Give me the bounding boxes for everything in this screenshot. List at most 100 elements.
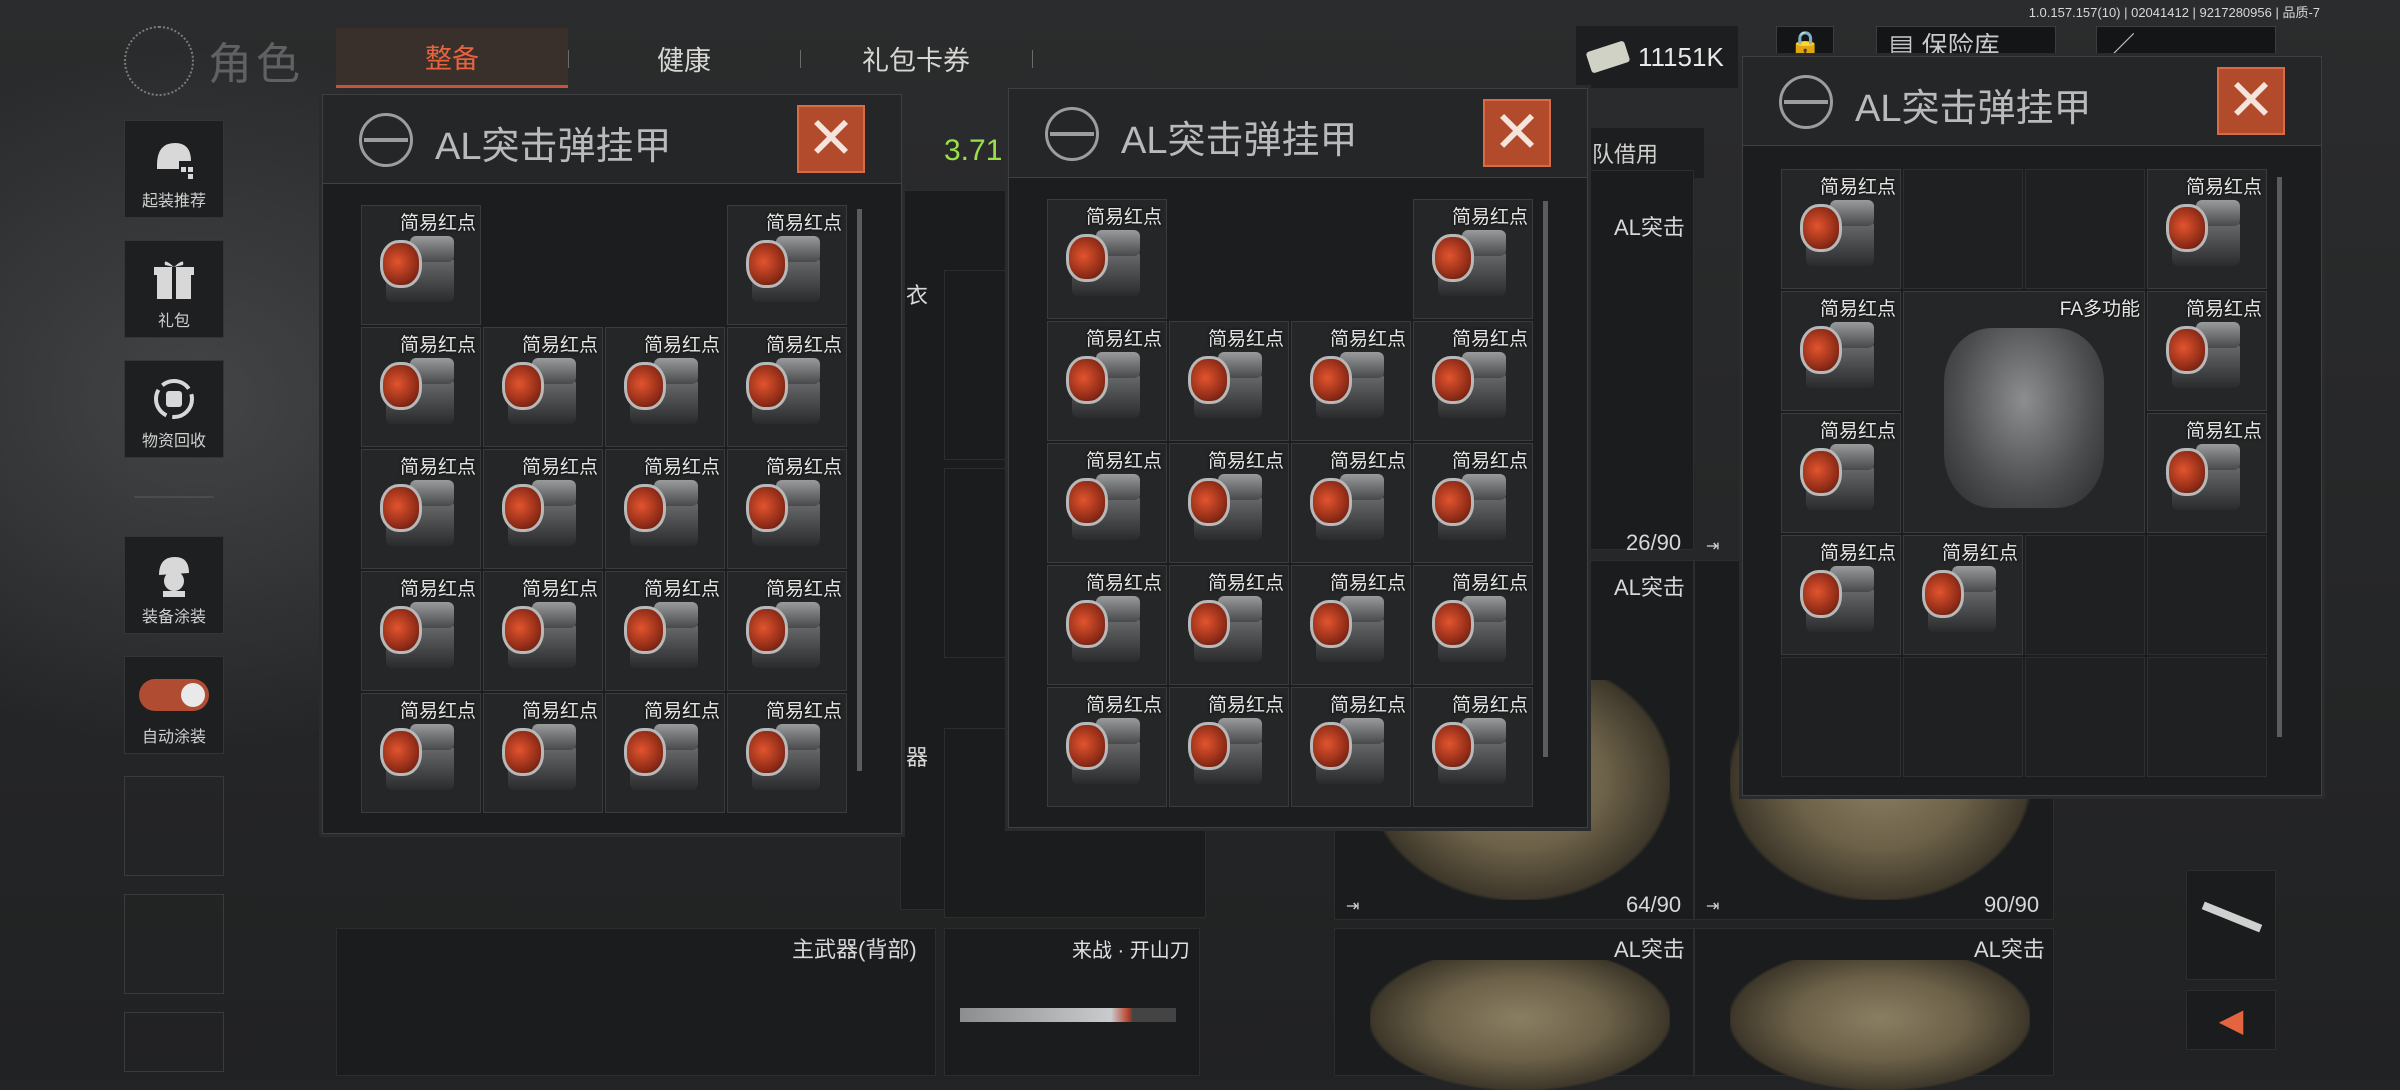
close-button[interactable]: ✕ [2217,67,2285,135]
multi-pouch-item[interactable]: FA多功能 [1903,291,2145,533]
inventory-item-cell[interactable]: 简易红点 [605,693,725,813]
cash-icon [1585,40,1631,74]
popup-header: AL突击弹挂甲 ✕ [1009,89,1587,178]
scrollbar[interactable] [857,209,862,771]
item-label: 简易红点 [521,335,598,356]
empty-grid-cell[interactable] [2147,535,2267,655]
red-dot-sight-icon [1800,200,1880,272]
inventory-item-cell[interactable]: 简易红点 [1047,565,1167,685]
auto-paint-toggle[interactable] [139,679,209,711]
inventory-item-cell[interactable]: 简易红点 [1169,687,1289,807]
inventory-item-cell[interactable]: 简易红点 [605,571,725,691]
inventory-item-cell[interactable]: 简易红点 [361,571,481,691]
red-dot-sight-icon [624,602,704,674]
empty-grid-cell[interactable] [2025,657,2145,777]
inventory-item-cell[interactable]: 简易红点 [1781,535,1901,655]
sidebar-item-skin-paint[interactable]: 装备涂装 [124,536,224,634]
tab-prepare[interactable]: 整备 [336,28,568,88]
inventory-item-cell[interactable]: 简易红点 [1903,535,2023,655]
inventory-item-cell[interactable]: 简易红点 [1413,321,1533,441]
empty-grid-cell[interactable] [2025,169,2145,289]
empty-slot[interactable] [124,894,224,994]
empty-grid-cell[interactable] [1781,657,1901,777]
empty-grid-cell[interactable] [1903,169,2023,289]
inventory-item-cell[interactable]: 简易红点 [1413,565,1533,685]
inventory-item-cell[interactable]: 简易红点 [1169,321,1289,441]
red-dot-sight-icon [1432,718,1512,790]
inventory-item-cell[interactable]: 简易红点 [605,449,725,569]
inventory-item-cell[interactable]: 简易红点 [361,449,481,569]
popup-title: AL突击弹挂甲 [435,126,672,168]
move-icon[interactable]: ⇥ [1706,536,1719,556]
scrollbar[interactable] [1543,201,1548,757]
sidebar-item-loadout-recommend[interactable]: 起装推荐 [124,120,224,218]
empty-grid-cell[interactable] [2025,535,2145,655]
inventory-item-cell[interactable]: 简易红点 [727,205,847,325]
inventory-item-cell[interactable]: 简易红点 [483,571,603,691]
red-dot-sight-icon [1188,718,1268,790]
empty-grid-cell[interactable] [1903,657,2023,777]
inventory-item-cell[interactable]: 简易红点 [727,571,847,691]
item-label: 简易红点 [2185,421,2262,442]
item-label: 简易红点 [1941,543,2018,564]
inventory-item-cell[interactable]: 简易红点 [1169,443,1289,563]
inventory-item-cell[interactable]: 简易红点 [483,327,603,447]
vest-image [1370,960,1670,1090]
vest-name: AL突击 [1614,215,1685,240]
inventory-item-cell[interactable]: 简易红点 [1169,565,1289,685]
tab-gift-coupons[interactable]: 礼包卡券 [800,28,1032,88]
inventory-item-cell[interactable]: 简易红点 [361,205,481,325]
inventory-item-cell[interactable]: 简易红点 [1781,291,1901,411]
inventory-item-cell[interactable]: 简易红点 [361,693,481,813]
inventory-item-cell[interactable]: 简易红点 [1047,199,1167,319]
red-dot-sight-icon [624,724,704,796]
inventory-item-cell[interactable]: 简易红点 [1781,413,1901,533]
inventory-item-cell[interactable]: 简易红点 [1291,443,1411,563]
inventory-item-cell[interactable]: 简易红点 [2147,169,2267,289]
popup-title: AL突击弹挂甲 [1121,120,1358,162]
inventory-item-cell[interactable]: 简易红点 [1047,687,1167,807]
move-icon[interactable]: ⇥ [1706,896,1719,916]
red-dot-sight-icon [1310,718,1390,790]
inventory-item-cell[interactable]: 简易红点 [1291,565,1411,685]
sidebar-item-recycle[interactable]: 物资回收 [124,360,224,458]
red-dot-sight-icon [624,480,704,552]
empty-grid-cell[interactable] [2147,657,2267,777]
empty-slot[interactable] [124,1012,224,1072]
inventory-item-cell[interactable]: 简易红点 [2147,291,2267,411]
inventory-item-cell[interactable]: 简易红点 [1413,443,1533,563]
inventory-item-cell[interactable]: 简易红点 [1291,321,1411,441]
sidebar-item-gift[interactable]: 礼包 [124,240,224,338]
inventory-item-cell[interactable]: 简易红点 [727,327,847,447]
sidebar-item-auto-paint[interactable]: 自动涂装 [124,656,224,754]
empty-slot[interactable] [124,776,224,876]
collapse-arrow-button[interactable]: ◀ [2186,990,2276,1050]
sidebar-item-label: 装备涂装 [141,609,206,626]
inventory-item-cell[interactable]: 简易红点 [483,693,603,813]
move-icon[interactable]: ⇥ [1346,896,1359,916]
inventory-item-cell[interactable]: 简易红点 [1413,687,1533,807]
item-label: 简易红点 [1329,451,1406,472]
machete-icon [960,1008,1176,1022]
red-dot-sight-icon [1310,352,1390,424]
inventory-item-cell[interactable]: 简易红点 [361,327,481,447]
inventory-item-cell[interactable]: 简易红点 [605,327,725,447]
close-button[interactable]: ✕ [1483,99,1551,167]
red-dot-sight-icon [380,724,460,796]
inventory-item-cell[interactable]: 简易红点 [1047,443,1167,563]
tab-health[interactable]: 健康 [568,28,800,88]
inventory-item-cell[interactable]: 简易红点 [1291,687,1411,807]
scrollbar[interactable] [2277,177,2282,737]
item-label: 简易红点 [1207,695,1284,716]
inventory-item-cell[interactable]: 简易红点 [2147,413,2267,533]
red-dot-sight-icon [2166,200,2246,272]
rifle-slot[interactable] [2186,870,2276,980]
inventory-item-cell[interactable]: 简易红点 [1413,199,1533,319]
inventory-item-cell[interactable]: 简易红点 [1047,321,1167,441]
popup-header: AL突击弹挂甲 ✕ [1743,57,2321,146]
inventory-item-cell[interactable]: 简易红点 [483,449,603,569]
close-button[interactable]: ✕ [797,105,865,173]
inventory-item-cell[interactable]: 简易红点 [727,693,847,813]
inventory-item-cell[interactable]: 简易红点 [1781,169,1901,289]
inventory-item-cell[interactable]: 简易红点 [727,449,847,569]
